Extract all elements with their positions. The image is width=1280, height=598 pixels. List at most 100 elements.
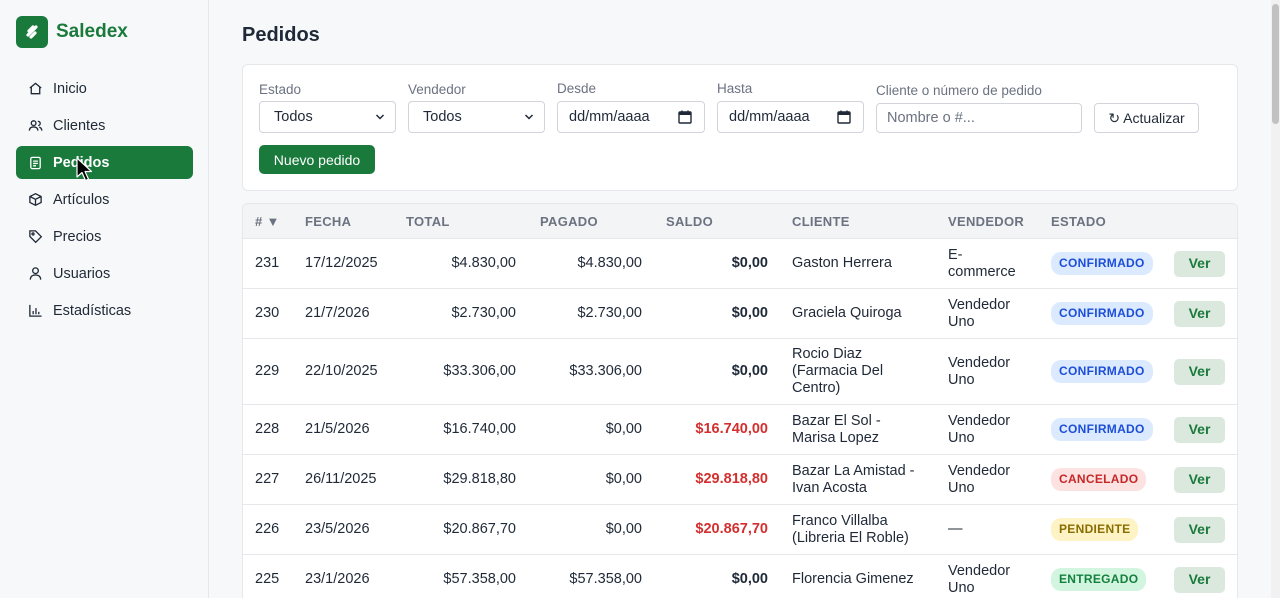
estado-select[interactable]: Todos [259, 101, 396, 133]
view-button[interactable]: Ver [1174, 358, 1225, 385]
cell-num: 231 [255, 255, 280, 271]
vendedor-value: Todos [423, 109, 462, 125]
view-button[interactable]: Ver [1174, 466, 1225, 493]
cell-pagado: $0,00 [605, 521, 642, 537]
table-row[interactable]: 226 23/5/2026 $20.867,70 $0,00 $20.867,7… [243, 504, 1237, 554]
cell-pagado: $33.306,00 [569, 363, 642, 379]
sidebar-item-inicio[interactable]: Inicio [16, 72, 193, 105]
table-row[interactable]: 229 22/10/2025 $33.306,00 $33.306,00 $0,… [243, 338, 1237, 404]
cell-total: $33.306,00 [443, 363, 516, 379]
page-scrollbar[interactable] [1271, 0, 1280, 598]
cell-fecha: 17/12/2025 [305, 255, 378, 271]
search-input[interactable] [876, 103, 1082, 133]
cell-pagado: $4.830,00 [577, 255, 642, 271]
users-icon [28, 120, 43, 131]
table-row[interactable]: 225 23/1/2026 $57.358,00 $57.358,00 $0,0… [243, 554, 1237, 598]
column-header-num[interactable]: # ▼ [255, 214, 280, 229]
table-header: # ▼ FECHA TOTAL PAGADO SALDO CLIENTE VEN… [243, 204, 1237, 238]
table-row[interactable]: 227 26/11/2025 $29.818,80 $0,00 $29.818,… [243, 454, 1237, 504]
refresh-button[interactable]: ↻ Actualizar [1094, 103, 1199, 133]
cell-cliente: Bazar La Amistad - Ivan Acosta [792, 462, 915, 496]
cell-vendedor: Vendedor Uno [948, 296, 1011, 330]
cell-vendedor: Vendedor Uno [948, 562, 1011, 596]
cell-saldo: $29.818,80 [695, 471, 768, 487]
table-row[interactable]: 230 21/7/2026 $2.730,00 $2.730,00 $0,00 … [243, 288, 1237, 338]
column-header-saldo[interactable]: SALDO [666, 214, 713, 229]
cell-vendedor: Vendedor Uno [948, 354, 1011, 388]
chevron-down-icon [375, 114, 385, 120]
sidebar: Saledex Inicio Clientes Pedidos Artículo… [0, 0, 209, 598]
vendedor-select[interactable]: Todos [408, 101, 545, 133]
cell-saldo: $16.740,00 [695, 421, 768, 437]
cell-cliente: Gaston Herrera [792, 255, 892, 271]
orders-table: # ▼ FECHA TOTAL PAGADO SALDO CLIENTE VEN… [242, 203, 1238, 598]
table-row[interactable]: 228 21/5/2026 $16.740,00 $0,00 $16.740,0… [243, 404, 1237, 454]
logo-icon [16, 16, 48, 48]
cell-total: $29.818,80 [443, 471, 516, 487]
sidebar-item-pedidos[interactable]: Pedidos [16, 146, 193, 179]
tag-icon [29, 230, 43, 244]
cell-saldo: $0,00 [731, 255, 768, 271]
cell-vendedor: E-commerce [948, 246, 1016, 280]
column-header-estado[interactable]: ESTADO [1051, 214, 1106, 229]
sidebar-item-label: Clientes [53, 117, 106, 134]
cell-cliente: Franco Villalba (Libreria El Roble) [792, 512, 909, 546]
cell-num: 226 [255, 521, 280, 537]
hasta-value: dd/mm/aaaa [729, 109, 810, 125]
cell-fecha: 23/1/2026 [305, 571, 370, 587]
view-button[interactable]: Ver [1174, 250, 1225, 277]
new-order-button[interactable]: Nuevo pedido [259, 145, 375, 174]
calendar-icon[interactable] [678, 110, 692, 124]
column-header-vendedor[interactable]: VENDEDOR [948, 214, 1024, 229]
status-badge: CANCELADO [1051, 468, 1147, 491]
view-button[interactable]: Ver [1174, 516, 1225, 543]
cell-fecha: 21/5/2026 [305, 421, 370, 437]
cell-saldo: $0,00 [731, 363, 768, 379]
filters-panel: Estado Todos Vendedor Todos Desde dd/mm/… [242, 64, 1238, 191]
scrollbar-thumb[interactable] [1272, 4, 1279, 124]
sidebar-item-usuarios[interactable]: Usuarios [16, 257, 193, 290]
column-header-total[interactable]: TOTAL [406, 214, 450, 229]
view-button[interactable]: Ver [1174, 416, 1225, 443]
chart-icon [29, 304, 42, 317]
desde-label: Desde [557, 81, 597, 96]
sidebar-item-label: Artículos [53, 191, 110, 208]
brand-name: Saledex [56, 21, 128, 42]
mouse-cursor-icon [76, 157, 93, 182]
status-badge: CONFIRMADO [1051, 418, 1153, 441]
home-icon [29, 82, 42, 95]
cell-num: 229 [255, 363, 280, 379]
status-badge: CONFIRMADO [1051, 252, 1153, 275]
view-button[interactable]: Ver [1174, 566, 1225, 593]
cell-cliente: Rocio Diaz (Farmacia Del Centro) [792, 346, 884, 396]
sidebar-item-precios[interactable]: Precios [16, 220, 193, 253]
view-button[interactable]: Ver [1174, 300, 1225, 327]
cell-cliente: Bazar El Sol - Marisa Lopez [792, 412, 881, 446]
cell-pagado: $0,00 [605, 471, 642, 487]
cell-total: $4.830,00 [451, 255, 516, 271]
column-header-cliente[interactable]: CLIENTE [792, 214, 850, 229]
brand[interactable]: Saledex [16, 16, 128, 48]
cell-num: 227 [255, 471, 280, 487]
table-row[interactable]: 231 17/12/2025 $4.830,00 $4.830,00 $0,00… [243, 238, 1237, 288]
column-header-fecha[interactable]: FECHA [305, 214, 351, 229]
estado-value: Todos [274, 109, 313, 125]
cell-num: 230 [255, 305, 280, 321]
sidebar-item-articulos[interactable]: Artículos [16, 183, 193, 216]
cell-fecha: 26/11/2025 [305, 471, 377, 487]
cell-saldo: $0,00 [731, 305, 768, 321]
sidebar-item-estadisticas[interactable]: Estadísticas [16, 294, 193, 327]
user-icon [29, 267, 42, 280]
sidebar-nav: Inicio Clientes Pedidos Artículos Precio… [16, 72, 193, 331]
hasta-date-input[interactable]: dd/mm/aaaa [717, 101, 864, 133]
status-badge: CONFIRMADO [1051, 302, 1153, 325]
cell-pagado: $57.358,00 [569, 571, 642, 587]
sidebar-item-clientes[interactable]: Clientes [16, 109, 193, 142]
desde-date-input[interactable]: dd/mm/aaaa [557, 101, 705, 133]
sidebar-item-label: Inicio [53, 80, 87, 97]
cell-vendedor: Vendedor Uno [948, 462, 1011, 496]
calendar-icon[interactable] [837, 110, 851, 124]
column-header-pagado[interactable]: PAGADO [540, 214, 598, 229]
page-title: Pedidos [242, 24, 320, 46]
box-icon [29, 192, 42, 207]
